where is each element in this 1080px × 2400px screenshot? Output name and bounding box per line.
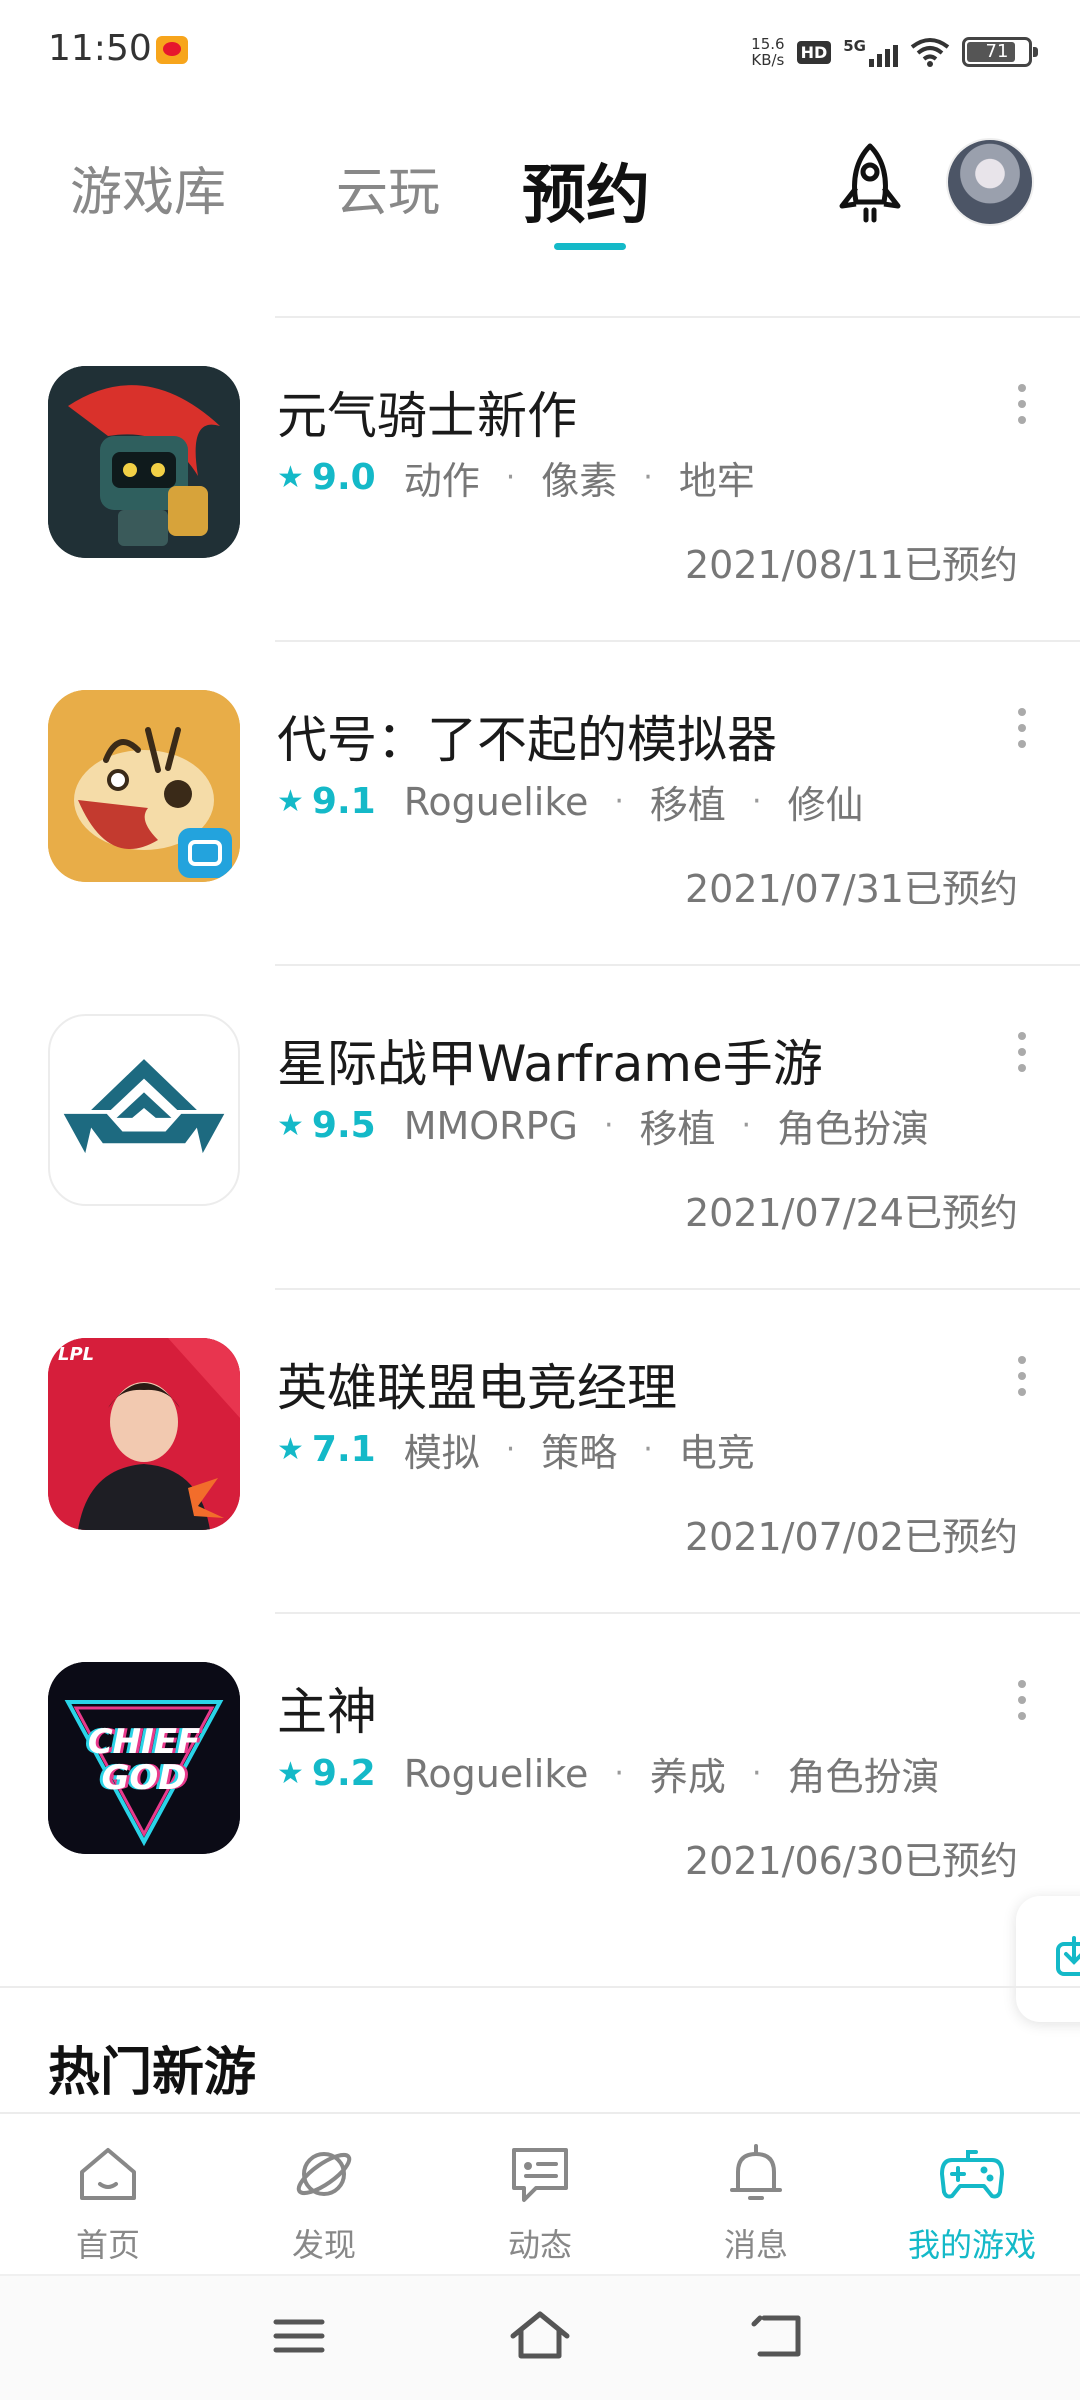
game-icon-amazing-simulator[interactable] <box>48 690 240 882</box>
game-name[interactable]: 主神 <box>277 1672 377 1744</box>
game-name[interactable]: 星际战甲Warframe手游 <box>277 1024 823 1096</box>
game-tag: 模拟 <box>403 1431 480 1475</box>
game-meta: ★ 9.2 Roguelike · 养成 · 角色扮演 <box>277 1746 940 1801</box>
tab-cloud-play[interactable]: 云玩 <box>336 150 440 225</box>
top-tabs: 游戏库 云玩 预约 <box>0 130 1080 270</box>
game-icon-lol-esports-manager[interactable]: LPL <box>48 1338 240 1530</box>
game-icon-chief-god[interactable]: CHIEF GOD <box>48 1662 240 1854</box>
bell-icon <box>730 2144 782 2200</box>
game-item[interactable]: LPL 英雄联盟电竞经理 ★ 7.1 模拟 · 策略 · 电竞 2021/07/… <box>0 1288 1080 1612</box>
floating-download-button[interactable] <box>1016 1896 1080 2022</box>
user-avatar[interactable] <box>946 138 1034 226</box>
nav-discover[interactable]: 发现 <box>234 2114 414 2274</box>
bottom-navigation: 首页 发现 动态 消息 我的游戏 <box>0 2112 1080 2272</box>
back-icon[interactable] <box>746 2306 816 2366</box>
menu-icon[interactable] <box>264 2306 334 2366</box>
signal-icon: 5G <box>843 37 898 67</box>
game-tag: 角色扮演 <box>787 1755 940 1799</box>
more-options-icon[interactable] <box>1010 1030 1034 1090</box>
reservation-date: 2021/07/24已预约 <box>684 1191 1018 1235</box>
game-item[interactable]: CHIEF GOD 主神 ★ 9.2 Roguelike · 养成 · 角色扮演… <box>0 1612 1080 1936</box>
player-portrait-icon <box>48 1338 240 1530</box>
game-name[interactable]: 英雄联盟电竞经理 <box>277 1348 677 1420</box>
game-tag: 移植 <box>649 783 726 827</box>
game-tag: 角色扮演 <box>777 1107 930 1151</box>
game-meta: ★ 9.5 MMORPG · 移植 · 角色扮演 <box>277 1098 929 1153</box>
rocket-icon[interactable] <box>830 140 910 230</box>
game-score: 9.0 <box>311 457 376 498</box>
section-title-hot-new-games: 热门新游 <box>48 2043 257 2103</box>
chat-icon <box>512 2148 568 2202</box>
reservation-date: 2021/06/30已预约 <box>684 1839 1018 1883</box>
game-item[interactable]: 代号：了不起的模拟器 ★ 9.1 Roguelike · 移植 · 修仙 202… <box>0 640 1080 964</box>
warframe-logo-icon <box>63 1059 225 1154</box>
game-score: 7.1 <box>311 1429 376 1470</box>
game-score: 9.5 <box>311 1105 376 1146</box>
star-icon: ★ <box>277 1432 304 1467</box>
knight-icon <box>48 366 240 558</box>
chief-god-text: CHIEF GOD <box>87 1722 201 1798</box>
more-options-icon[interactable] <box>1010 1678 1034 1738</box>
game-tag: 策略 <box>541 1431 618 1475</box>
game-item[interactable]: 星际战甲Warframe手游 ★ 9.5 MMORPG · 移植 · 角色扮演 … <box>0 964 1080 1288</box>
more-options-icon[interactable] <box>1010 706 1034 766</box>
download-icon <box>1056 1936 1080 1976</box>
battery-icon: 71 <box>962 37 1038 67</box>
lpl-badge: LPL <box>58 1344 95 1365</box>
game-score: 9.2 <box>311 1753 376 1794</box>
game-name[interactable]: 代号：了不起的模拟器 <box>277 700 777 772</box>
game-tag: Roguelike <box>403 779 589 824</box>
game-tag: MMORPG <box>403 1103 578 1148</box>
nav-home[interactable]: 首页 <box>18 2114 198 2274</box>
reservation-date: 2021/07/31已预约 <box>684 867 1018 911</box>
game-meta: ★ 9.0 动作 · 像素 · 地牢 <box>277 450 755 505</box>
planet-icon <box>296 2152 352 2196</box>
game-score: 9.1 <box>311 781 376 822</box>
game-name[interactable]: 元气骑士新作 <box>277 376 577 448</box>
game-tag: 养成 <box>649 1755 726 1799</box>
nav-messages[interactable]: 消息 <box>666 2114 846 2274</box>
status-indicators: 15.6 KB/s HD 5G 71 <box>751 30 1038 74</box>
gamepad-icon <box>940 2150 1004 2199</box>
section-divider <box>0 1986 1080 1988</box>
weibo-notification-icon <box>156 36 188 64</box>
more-options-icon[interactable] <box>1010 1354 1034 1414</box>
reservation-date: 2021/07/02已预约 <box>684 1515 1018 1559</box>
more-options-icon[interactable] <box>1010 382 1034 442</box>
game-tag: 修仙 <box>787 783 864 827</box>
nav-activity[interactable]: 动态 <box>450 2114 630 2274</box>
nav-my-games[interactable]: 我的游戏 <box>882 2114 1062 2274</box>
game-item[interactable]: 元气骑士新作 ★ 9.0 动作 · 像素 · 地牢 2021/08/11已预约 <box>0 316 1080 640</box>
game-tag: Roguelike <box>403 1751 589 1796</box>
game-tag: 地牢 <box>678 459 755 503</box>
game-meta: ★ 9.1 Roguelike · 移植 · 修仙 <box>277 774 864 829</box>
status-time: 11:50 <box>48 28 152 69</box>
home-icon <box>80 2148 136 2200</box>
network-speed: 15.6 KB/s <box>751 35 785 69</box>
home-button-icon[interactable] <box>505 2306 575 2366</box>
hd-voice-icon: HD <box>796 40 832 64</box>
game-icon-warframe[interactable] <box>48 1014 240 1206</box>
wifi-icon <box>910 38 950 67</box>
active-tab-indicator <box>554 243 626 250</box>
star-icon: ★ <box>277 1108 304 1143</box>
tab-game-library[interactable]: 游戏库 <box>70 150 226 225</box>
star-icon: ★ <box>277 1756 304 1791</box>
fox-icon <box>48 690 240 882</box>
reservation-date: 2021/08/11已预约 <box>684 543 1018 587</box>
status-bar: 11:50 15.6 KB/s HD 5G 71 <box>0 0 1080 100</box>
game-tag: 像素 <box>541 459 618 503</box>
game-icon-soul-knight[interactable] <box>48 366 240 558</box>
star-icon: ★ <box>277 784 304 819</box>
system-navigation-bar <box>0 2274 1080 2400</box>
game-meta: ★ 7.1 模拟 · 策略 · 电竞 <box>277 1422 755 1477</box>
game-tag: 动作 <box>403 459 480 503</box>
tab-reservations[interactable]: 预约 <box>522 144 650 236</box>
game-tag: 电竞 <box>678 1431 755 1475</box>
game-tag: 移植 <box>639 1107 716 1151</box>
star-icon: ★ <box>277 460 304 495</box>
